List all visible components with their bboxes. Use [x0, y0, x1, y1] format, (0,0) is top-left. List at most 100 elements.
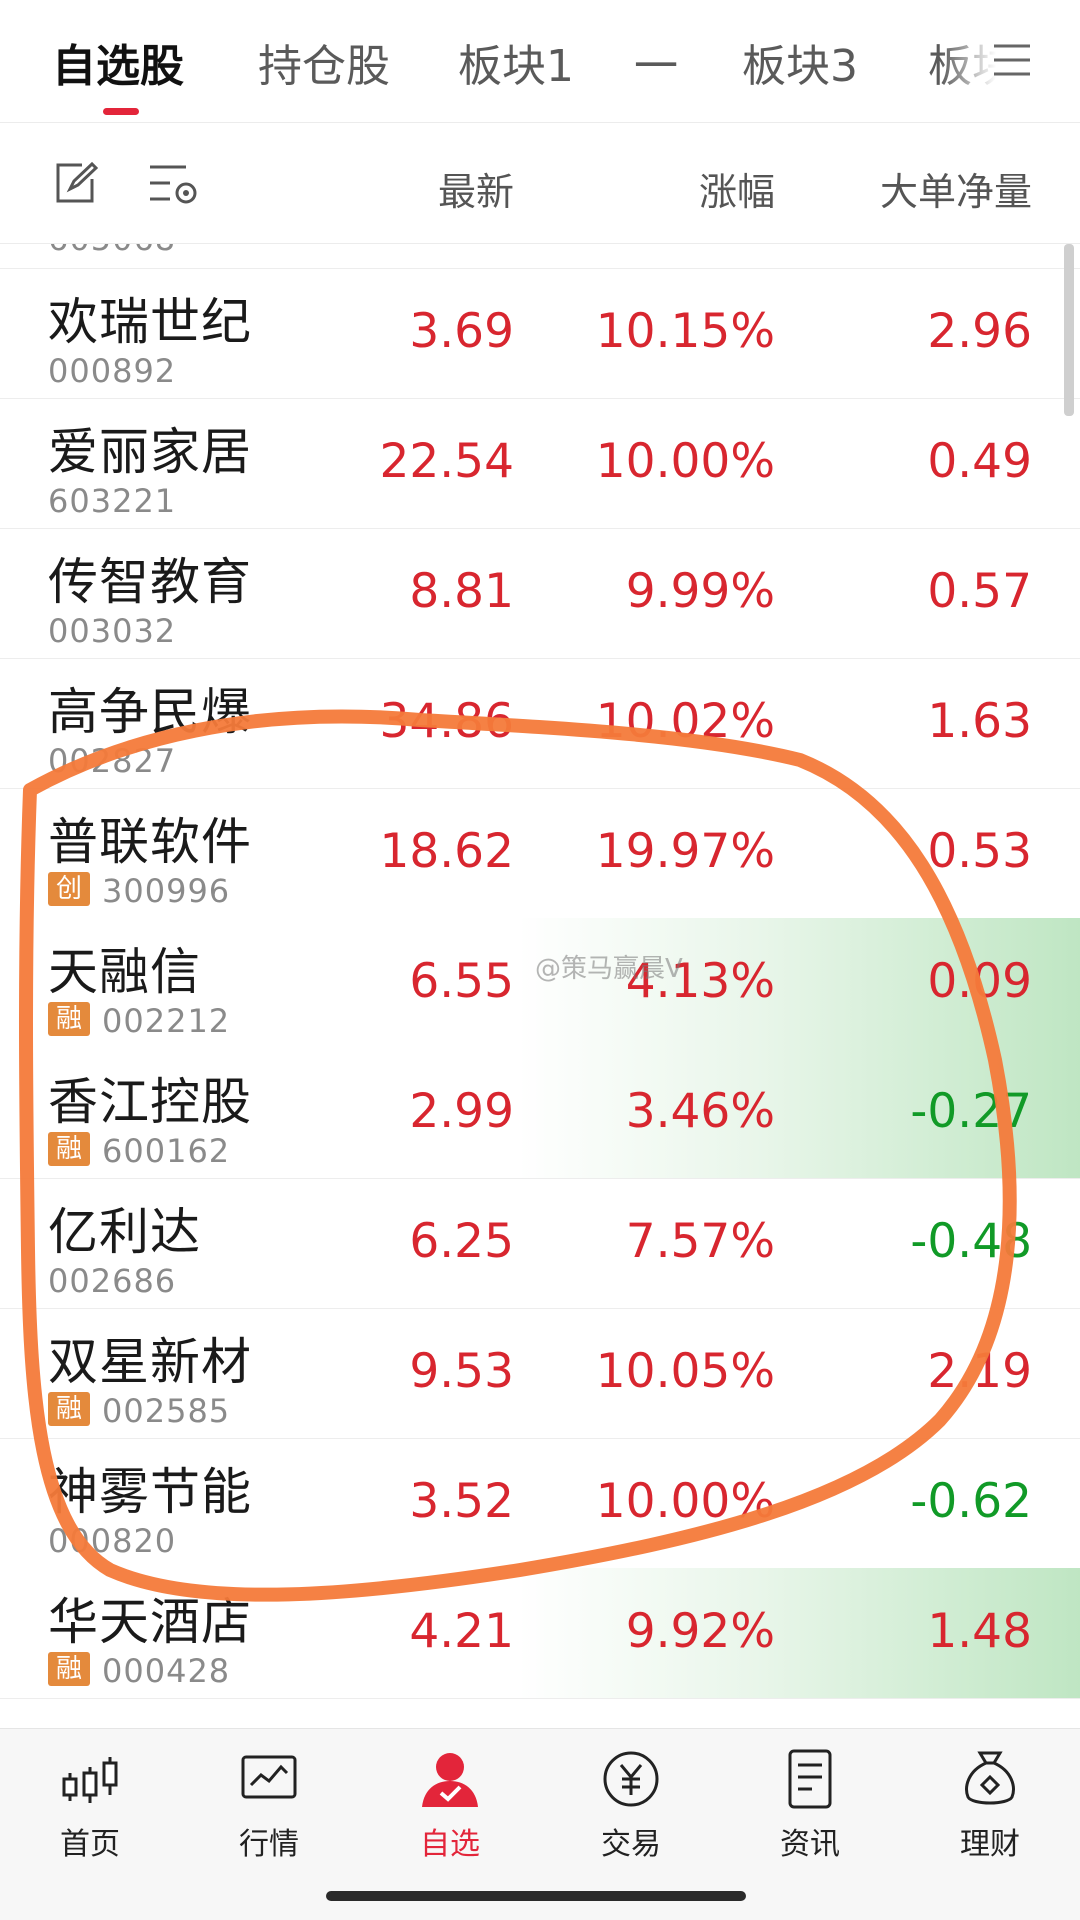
latest-price: 4.21: [409, 1604, 514, 1659]
stock-name: 传智教育: [48, 553, 252, 611]
nav-label: 自选: [420, 1827, 480, 1862]
big-order-net: -0.27: [910, 1084, 1032, 1139]
big-order-net: 2.96: [927, 304, 1032, 359]
change-percent: 10.05%: [595, 1344, 775, 1399]
top-tab-bar: 自选股 持仓股 板块1 一 板块3 板块: [0, 0, 1080, 123]
table-row[interactable]: 高争民爆 002827 34.86 10.02% 1.63: [0, 658, 1080, 789]
stock-code: 002212: [102, 1002, 231, 1040]
latest-price: 2.99: [409, 1084, 514, 1139]
table-row[interactable]: 神雾节能 000820 3.52 10.00% -0.62: [0, 1438, 1080, 1569]
stock-code: 300996: [102, 872, 231, 910]
stock-name: 亿利达: [48, 1203, 201, 1261]
stock-code: 600162: [102, 1132, 231, 1170]
big-order-net: 0.57: [927, 564, 1032, 619]
stock-code: 603221: [48, 482, 177, 520]
gem-board-badge: 创: [48, 872, 90, 906]
stock-name: 天融信: [48, 943, 201, 1001]
nav-label: 理财: [960, 1827, 1020, 1862]
nav-market[interactable]: 行情: [199, 1747, 339, 1867]
big-order-net: 1.63: [927, 694, 1032, 749]
active-tab-indicator: [103, 108, 139, 115]
nav-news[interactable]: 资讯: [740, 1747, 880, 1867]
big-order-net: 0.09: [927, 954, 1032, 1009]
menu-icon[interactable]: [990, 38, 1034, 82]
margin-badge: 融: [48, 1392, 90, 1426]
latest-price: 22.54: [379, 434, 514, 489]
margin-badge: 融: [48, 1002, 90, 1036]
column-header: 最新 涨幅 大单净量: [0, 123, 1080, 244]
change-percent: 9.99%: [625, 564, 775, 619]
latest-price: 8.81: [409, 564, 514, 619]
document-icon: [788, 1749, 832, 1809]
nav-label: 行情: [239, 1827, 299, 1862]
home-indicator: [326, 1891, 746, 1901]
change-percent: 19.97%: [595, 824, 775, 879]
latest-price: 18.62: [379, 824, 514, 879]
column-change-percent[interactable]: 涨幅: [699, 161, 775, 216]
column-latest-price[interactable]: 最新: [438, 161, 514, 216]
change-percent: 3.46%: [625, 1084, 775, 1139]
nav-watchlist[interactable]: 自选: [380, 1747, 520, 1867]
margin-badge: 融: [48, 1132, 90, 1166]
stock-name: 爱丽家居: [48, 423, 252, 481]
nav-label: 资讯: [780, 1827, 840, 1862]
nav-trade[interactable]: 交易: [561, 1747, 701, 1867]
big-order-net: -0.48: [910, 1214, 1032, 1269]
tab-sector-1[interactable]: 板块1: [458, 30, 574, 94]
change-percent: 10.15%: [595, 304, 775, 359]
big-order-net: 1.48: [927, 1604, 1032, 1659]
latest-price: 3.52: [409, 1474, 514, 1529]
nav-home[interactable]: 首页: [20, 1747, 160, 1867]
stock-name: 华天酒店: [48, 1593, 252, 1651]
user-check-icon: [422, 1753, 478, 1807]
stock-name: 香江控股: [48, 1073, 252, 1131]
stock-code: 003032: [48, 612, 177, 650]
big-order-net: 2.19: [927, 1344, 1032, 1399]
stock-name: 双星新材: [48, 1333, 252, 1391]
nav-label: 交易: [601, 1827, 661, 1862]
latest-price: 34.86: [379, 694, 514, 749]
stock-code: 605068: [48, 244, 176, 258]
candlestick-icon: [62, 1757, 118, 1803]
money-bag-icon: [965, 1751, 1015, 1805]
watchlist-table[interactable]: 605068 欢瑞世纪 000892 3.69 10.15% 2.96 爱丽家居…: [0, 244, 1080, 1728]
tab-watchlist[interactable]: 自选股: [52, 30, 184, 94]
nav-wealth[interactable]: 理财: [920, 1747, 1060, 1867]
table-row[interactable]: 传智教育 003032 8.81 9.99% 0.57: [0, 528, 1080, 659]
table-row[interactable]: 欢瑞世纪 000892 3.69 10.15% 2.96: [0, 268, 1080, 399]
change-percent: 7.57%: [625, 1214, 775, 1269]
big-order-net: -0.62: [910, 1474, 1032, 1529]
latest-price: 9.53: [409, 1344, 514, 1399]
table-row[interactable]: 605068: [0, 244, 1080, 269]
scrollbar[interactable]: [1064, 244, 1074, 416]
latest-price: 6.25: [409, 1214, 514, 1269]
latest-price: 6.55: [409, 954, 514, 1009]
nav-label: 首页: [60, 1827, 120, 1862]
stock-code: 002585: [102, 1392, 231, 1430]
watermark: @策马赢晨V: [535, 954, 683, 984]
sort-settings-icon[interactable]: [148, 161, 200, 209]
table-row[interactable]: 亿利达 002686 6.25 7.57% -0.48: [0, 1178, 1080, 1309]
tab-sector-2[interactable]: 一: [634, 30, 678, 94]
stock-code: 002686: [48, 1262, 177, 1300]
latest-price: 3.69: [409, 304, 514, 359]
edit-icon[interactable]: [52, 161, 98, 207]
yuan-icon: [603, 1751, 659, 1807]
stock-name: 神雾节能: [48, 1463, 252, 1521]
table-row[interactable]: 香江控股 融 600162 2.99 3.46% -0.27: [0, 1048, 1080, 1179]
stock-code: 000892: [48, 352, 177, 390]
market-chart-icon: [241, 1755, 297, 1799]
tab-sector-3[interactable]: 板块3: [742, 30, 858, 94]
tab-holdings[interactable]: 持仓股: [258, 30, 390, 94]
table-row[interactable]: 双星新材 融 002585 9.53 10.05% 2.19: [0, 1308, 1080, 1439]
stock-name: 欢瑞世纪: [48, 293, 252, 351]
table-row[interactable]: 普联软件 创 300996 18.62 19.97% 0.53: [0, 788, 1080, 919]
table-row[interactable]: 爱丽家居 603221 22.54 10.00% 0.49: [0, 398, 1080, 529]
change-percent: 10.00%: [595, 1474, 775, 1529]
big-order-net: 0.49: [927, 434, 1032, 489]
stock-code: 000820: [48, 1522, 177, 1560]
change-percent: 10.00%: [595, 434, 775, 489]
column-big-order-net[interactable]: 大单净量: [880, 161, 1032, 216]
stock-name: 普联软件: [48, 813, 252, 871]
table-row[interactable]: 华天酒店 融 000428 4.21 9.92% 1.48: [0, 1568, 1080, 1699]
